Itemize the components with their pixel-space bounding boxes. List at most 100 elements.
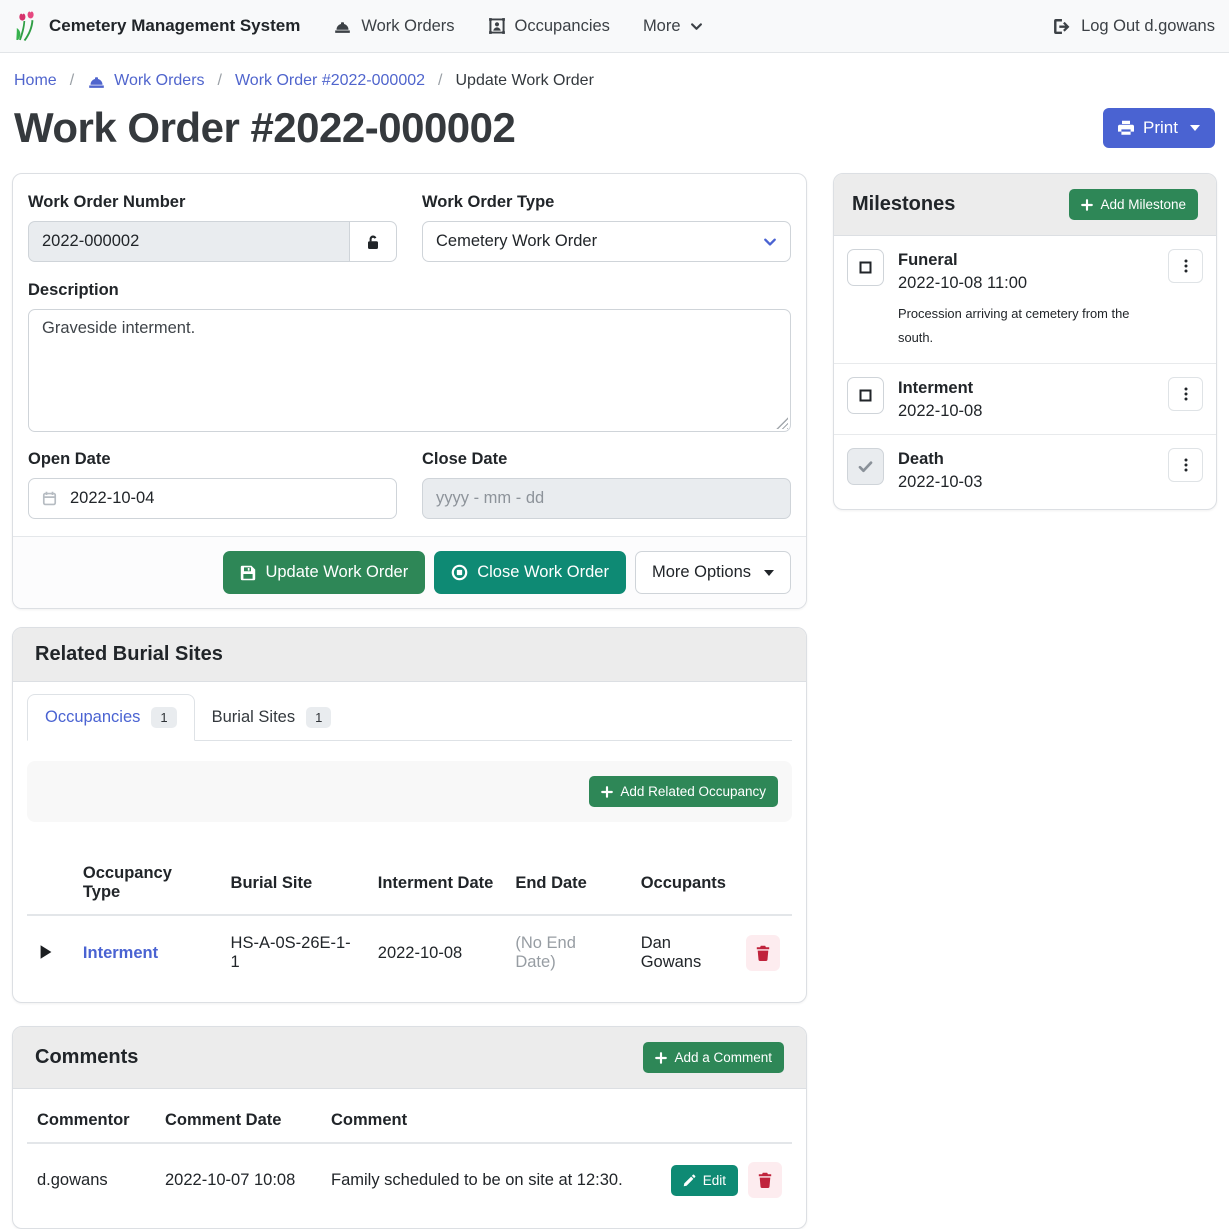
nav-item-work-orders[interactable]: Work Orders <box>333 17 454 36</box>
trash-icon <box>758 1172 772 1188</box>
form-actions: Update Work Order Close Work Order More … <box>13 536 806 608</box>
milestones-card: Milestones Add Milestone Funeral 2022-10… <box>833 173 1217 510</box>
pencil-icon <box>683 1174 696 1187</box>
logout-button[interactable]: Log Out d.gowans <box>1054 17 1215 36</box>
milestone-menu-button[interactable] <box>1168 448 1203 482</box>
kebab-icon <box>1184 259 1188 273</box>
column-header: Occupants <box>631 852 736 915</box>
hard-hat-icon <box>87 74 106 89</box>
commentor-cell: d.gowans <box>27 1143 155 1216</box>
nav-item-occupancies[interactable]: Occupancies <box>488 17 610 36</box>
square-unchecked-icon <box>857 387 874 404</box>
more-options-button[interactable]: More Options <box>635 551 791 594</box>
tab-occupancies[interactable]: Occupancies 1 <box>27 694 195 741</box>
comments-title: Comments <box>35 1046 138 1069</box>
work-order-number-input: 2022-000002 <box>28 221 349 262</box>
breadcrumb-separator: / <box>218 72 222 90</box>
open-date-label: Open Date <box>28 450 397 469</box>
edit-comment-button[interactable]: Edit <box>671 1165 738 1196</box>
nav-item-label: Occupancies <box>515 17 610 36</box>
top-navbar: Cemetery Management System Work Orders O… <box>0 0 1229 53</box>
milestone-date: 2022-10-08 11:00 <box>898 274 1154 293</box>
hard-hat-icon <box>333 19 352 34</box>
related-burial-sites-card: Related Burial Sites Occupancies 1 Buria… <box>12 627 807 1003</box>
occupancies-table: Occupancy Type Burial Site Interment Dat… <box>27 852 792 990</box>
breadcrumb-work-orders[interactable]: Work Orders <box>87 72 204 90</box>
milestone-title: Interment <box>898 379 1154 398</box>
column-header: Comment <box>321 1099 661 1143</box>
comment-date-cell: 2022-10-07 10:08 <box>155 1143 321 1216</box>
end-date-cell: (No End Date) <box>515 934 576 971</box>
comment-cell: Family scheduled to be on site at 12:30. <box>321 1143 661 1216</box>
work-order-type-select[interactable]: Cemetery Work Order <box>422 221 791 262</box>
add-comment-button[interactable]: Add a Comment <box>643 1042 784 1073</box>
milestone-checkbox[interactable] <box>847 377 884 414</box>
chevron-down-icon <box>763 235 777 249</box>
chevron-down-icon <box>690 20 703 33</box>
open-date-input[interactable]: 2022-10-04 <box>28 478 397 519</box>
occupancy-row: Interment HS-A-0S-26E-1-1 2022-10-08 (No… <box>27 915 792 990</box>
plus-icon <box>601 786 613 798</box>
logout-icon <box>1054 19 1071 34</box>
breadcrumb-current: Update Work Order <box>455 72 593 90</box>
milestone-description: Procession arriving at cemetery from the… <box>898 302 1130 350</box>
comment-row: d.gowans 2022-10-07 10:08 Family schedul… <box>27 1143 792 1216</box>
column-header: Occupancy Type <box>73 852 221 915</box>
nav-item-more[interactable]: More <box>643 17 703 36</box>
tab-burial-sites[interactable]: Burial Sites 1 <box>195 694 349 741</box>
milestone-menu-button[interactable] <box>1168 249 1203 283</box>
comments-card: Comments Add a Comment Commentor Comment… <box>12 1026 807 1229</box>
breadcrumb-work-order-number[interactable]: Work Order #2022-000002 <box>235 72 425 90</box>
tulips-logo-icon <box>14 11 40 41</box>
update-work-order-button[interactable]: Update Work Order <box>223 551 425 594</box>
description-label: Description <box>28 281 791 300</box>
square-unchecked-icon <box>857 259 874 276</box>
interment-date-cell: 2022-10-08 <box>368 915 506 990</box>
milestone-item-funeral: Funeral 2022-10-08 11:00 Procession arri… <box>834 236 1216 364</box>
add-related-occupancy-button[interactable]: Add Related Occupancy <box>589 776 778 807</box>
caret-down-icon <box>764 570 774 576</box>
breadcrumb-home[interactable]: Home <box>14 72 57 90</box>
breadcrumb-separator: / <box>438 72 442 90</box>
check-icon <box>857 458 874 475</box>
trash-icon <box>756 945 770 961</box>
close-date-input: yyyy - mm - dd <box>422 478 791 519</box>
logout-label: Log Out d.gowans <box>1081 17 1215 36</box>
milestone-checkbox-checked[interactable] <box>847 448 884 485</box>
brand-name: Cemetery Management System <box>49 16 300 36</box>
tab-count-badge: 1 <box>306 707 331 728</box>
kebab-icon <box>1184 387 1188 401</box>
print-button[interactable]: Print <box>1103 108 1215 148</box>
brand[interactable]: Cemetery Management System <box>14 11 300 41</box>
expand-row-button[interactable] <box>37 942 55 962</box>
milestones-title: Milestones <box>852 193 955 216</box>
column-header: Burial Site <box>221 852 368 915</box>
milestone-date: 2022-10-03 <box>898 473 1154 492</box>
milestone-title: Funeral <box>898 251 1154 270</box>
breadcrumb-separator: / <box>70 72 74 90</box>
calendar-icon <box>42 491 57 506</box>
description-textarea[interactable]: Graveside interment. <box>28 309 791 432</box>
kebab-icon <box>1184 458 1188 472</box>
save-icon <box>240 565 256 581</box>
column-header: Commentor <box>27 1099 155 1143</box>
delete-occupancy-button[interactable] <box>746 935 780 971</box>
add-milestone-button[interactable]: Add Milestone <box>1069 189 1198 220</box>
plus-icon <box>655 1052 667 1064</box>
nav-item-label: Work Orders <box>361 17 454 36</box>
milestone-item-death: Death 2022-10-03 <box>834 435 1216 509</box>
close-work-order-button[interactable]: Close Work Order <box>434 551 626 594</box>
delete-comment-button[interactable] <box>748 1162 782 1198</box>
nav-item-label: More <box>643 17 681 36</box>
breadcrumb: Home / Work Orders / Work Order #2022-00… <box>0 53 1229 90</box>
column-header: Interment Date <box>368 852 506 915</box>
unlock-toggle-button[interactable] <box>349 221 397 262</box>
milestone-menu-button[interactable] <box>1168 377 1203 411</box>
related-tabs: Occupancies 1 Burial Sites 1 <box>27 694 792 741</box>
occupancies-toolbar: Add Related Occupancy <box>27 761 792 822</box>
play-icon <box>39 944 53 960</box>
milestone-checkbox[interactable] <box>847 249 884 286</box>
column-header: End Date <box>505 852 630 915</box>
occupancy-type-link[interactable]: Interment <box>83 944 158 962</box>
burial-site-cell: HS-A-0S-26E-1-1 <box>221 915 368 990</box>
